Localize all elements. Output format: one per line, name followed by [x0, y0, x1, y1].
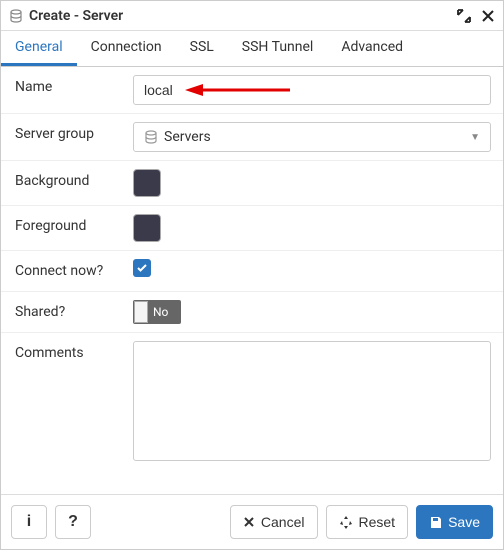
- foreground-color-picker[interactable]: [133, 214, 161, 242]
- cancel-button[interactable]: Cancel: [230, 505, 318, 539]
- info-icon: i: [27, 513, 31, 531]
- background-label: Background: [1, 161, 131, 201]
- close-icon[interactable]: [481, 9, 495, 23]
- row-foreground: Foreground: [1, 206, 503, 251]
- connect-now-checkbox[interactable]: [133, 259, 151, 277]
- connect-now-label: Connect now?: [1, 251, 131, 291]
- save-icon: [429, 516, 442, 529]
- chevron-down-icon: ▼: [470, 132, 480, 143]
- tabs: General Connection SSL SSH Tunnel Advanc…: [1, 31, 503, 67]
- x-icon: [243, 516, 255, 528]
- tab-ssl[interactable]: SSL: [176, 31, 228, 66]
- recycle-icon: [339, 515, 353, 529]
- footer: i ? Cancel Reset Save: [1, 494, 503, 549]
- titlebar: Create - Server: [1, 1, 503, 31]
- reset-button[interactable]: Reset: [326, 505, 409, 539]
- tab-advanced[interactable]: Advanced: [327, 31, 417, 66]
- save-button[interactable]: Save: [416, 505, 493, 539]
- cancel-label: Cancel: [261, 514, 305, 530]
- comments-label: Comments: [1, 333, 131, 373]
- shared-value: No: [153, 305, 168, 319]
- name-label: Name: [1, 67, 131, 107]
- help-button[interactable]: ?: [55, 505, 91, 539]
- tab-connection[interactable]: Connection: [77, 31, 176, 66]
- foreground-label: Foreground: [1, 206, 131, 246]
- server-group-select[interactable]: Servers ▼: [133, 122, 491, 152]
- row-name: Name: [1, 67, 503, 114]
- info-button[interactable]: i: [11, 505, 47, 539]
- reset-label: Reset: [359, 514, 396, 530]
- save-label: Save: [448, 514, 480, 530]
- dialog-title: Create - Server: [29, 8, 447, 24]
- server-icon: [9, 9, 23, 23]
- toggle-handle: [134, 301, 148, 323]
- create-server-dialog: Create - Server General Connection SSL S…: [0, 0, 504, 550]
- row-server-group: Server group Servers ▼: [1, 114, 503, 161]
- background-color-picker[interactable]: [133, 169, 161, 197]
- tab-general[interactable]: General: [1, 31, 77, 66]
- maximize-icon[interactable]: [457, 9, 471, 23]
- shared-toggle[interactable]: No: [133, 300, 181, 324]
- question-icon: ?: [68, 513, 78, 531]
- row-connect-now: Connect now?: [1, 251, 503, 292]
- server-group-value: Servers: [164, 129, 211, 145]
- servers-icon: [144, 130, 158, 144]
- form-body: Name Server group Servers ▼ Background: [1, 67, 503, 494]
- row-shared: Shared? No: [1, 292, 503, 333]
- tab-ssh-tunnel[interactable]: SSH Tunnel: [228, 31, 328, 66]
- comments-textarea[interactable]: [133, 341, 491, 461]
- row-background: Background: [1, 161, 503, 206]
- shared-label: Shared?: [1, 292, 131, 332]
- name-input[interactable]: [133, 75, 491, 105]
- server-group-label: Server group: [1, 114, 131, 154]
- row-comments: Comments: [1, 333, 503, 469]
